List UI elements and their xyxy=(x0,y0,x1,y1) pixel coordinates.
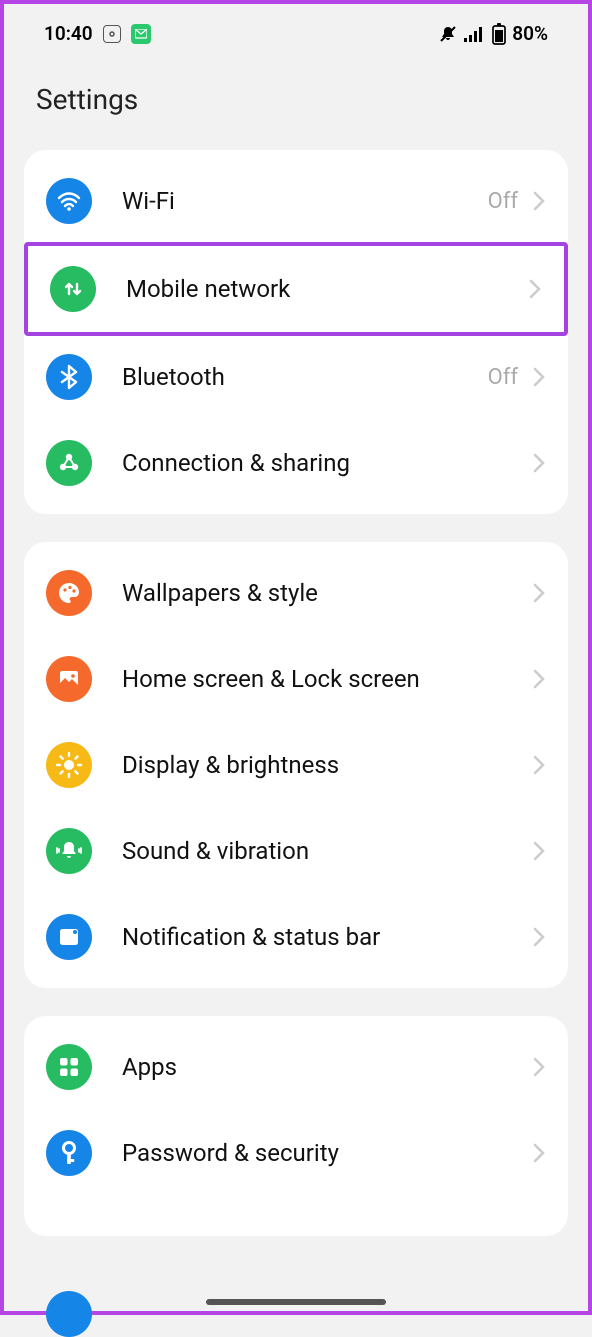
chevron-right-icon xyxy=(532,754,546,776)
row-label: Wi-Fi xyxy=(122,187,488,215)
status-right: 80% xyxy=(438,22,548,45)
key-icon xyxy=(46,1130,92,1176)
row-status: Off xyxy=(488,189,518,214)
row-notification-statusbar[interactable]: Notification & status bar xyxy=(24,894,568,980)
battery-icon xyxy=(492,23,506,45)
status-time: 10:40 xyxy=(44,22,93,45)
row-label: Notification & status bar xyxy=(122,923,532,951)
row-home-lock-screen[interactable]: Home screen & Lock screen xyxy=(24,636,568,722)
chevron-right-icon xyxy=(532,1056,546,1078)
row-password-security[interactable]: Password & security xyxy=(24,1110,568,1196)
message-icon xyxy=(131,24,151,44)
status-left: 10:40 xyxy=(44,22,151,45)
chevron-right-icon xyxy=(532,1142,546,1164)
row-status: Off xyxy=(488,365,518,390)
palette-icon xyxy=(46,570,92,616)
chevron-right-icon xyxy=(532,190,546,212)
row-label: Connection & sharing xyxy=(122,449,532,477)
chevron-right-icon xyxy=(532,582,546,604)
settings-section-display: Wallpapers & style Home screen & Lock sc… xyxy=(24,542,568,988)
row-label: Mobile network xyxy=(126,275,528,303)
chevron-right-icon xyxy=(532,840,546,862)
row-label: Bluetooth xyxy=(122,363,488,391)
row-label: Apps xyxy=(122,1053,532,1081)
bell-icon xyxy=(46,828,92,874)
bluetooth-icon xyxy=(46,354,92,400)
row-apps[interactable]: Apps xyxy=(24,1024,568,1110)
row-label: Password & security xyxy=(122,1139,532,1167)
row-wallpapers[interactable]: Wallpapers & style xyxy=(24,550,568,636)
settings-section-apps: Apps Password & security xyxy=(24,1016,568,1236)
apps-icon xyxy=(46,1044,92,1090)
wifi-icon xyxy=(46,178,92,224)
row-bluetooth[interactable]: Bluetooth Off xyxy=(24,334,568,420)
battery-percent: 80% xyxy=(512,22,548,45)
row-label: Sound & vibration xyxy=(122,837,532,865)
chevron-right-icon xyxy=(532,668,546,690)
instagram-icon xyxy=(103,25,121,43)
signal-icon xyxy=(464,25,486,43)
picture-icon xyxy=(46,656,92,702)
connection-icon xyxy=(46,440,92,486)
row-display-brightness[interactable]: Display & brightness xyxy=(24,722,568,808)
chevron-right-icon xyxy=(532,452,546,474)
partial-row-icon xyxy=(46,1291,92,1337)
chevron-right-icon xyxy=(528,278,542,300)
chevron-right-icon xyxy=(532,366,546,388)
mute-icon xyxy=(438,24,458,44)
chevron-right-icon xyxy=(532,926,546,948)
row-connection-sharing[interactable]: Connection & sharing xyxy=(24,420,568,506)
home-indicator[interactable] xyxy=(206,1299,386,1305)
row-label: Home screen & Lock screen xyxy=(122,665,532,693)
row-mobile-network[interactable]: Mobile network xyxy=(24,242,568,336)
row-sound-vibration[interactable]: Sound & vibration xyxy=(24,808,568,894)
page-title: Settings xyxy=(4,55,588,138)
settings-section-connectivity: Wi-Fi Off Mobile network Bluetooth Off C… xyxy=(24,150,568,514)
notification-icon xyxy=(46,914,92,960)
row-wifi[interactable]: Wi-Fi Off xyxy=(24,158,568,244)
status-bar: 10:40 80% xyxy=(4,4,588,55)
row-label: Display & brightness xyxy=(122,751,532,779)
row-label: Wallpapers & style xyxy=(122,579,532,607)
brightness-icon xyxy=(46,742,92,788)
mobile-data-icon xyxy=(50,266,96,312)
